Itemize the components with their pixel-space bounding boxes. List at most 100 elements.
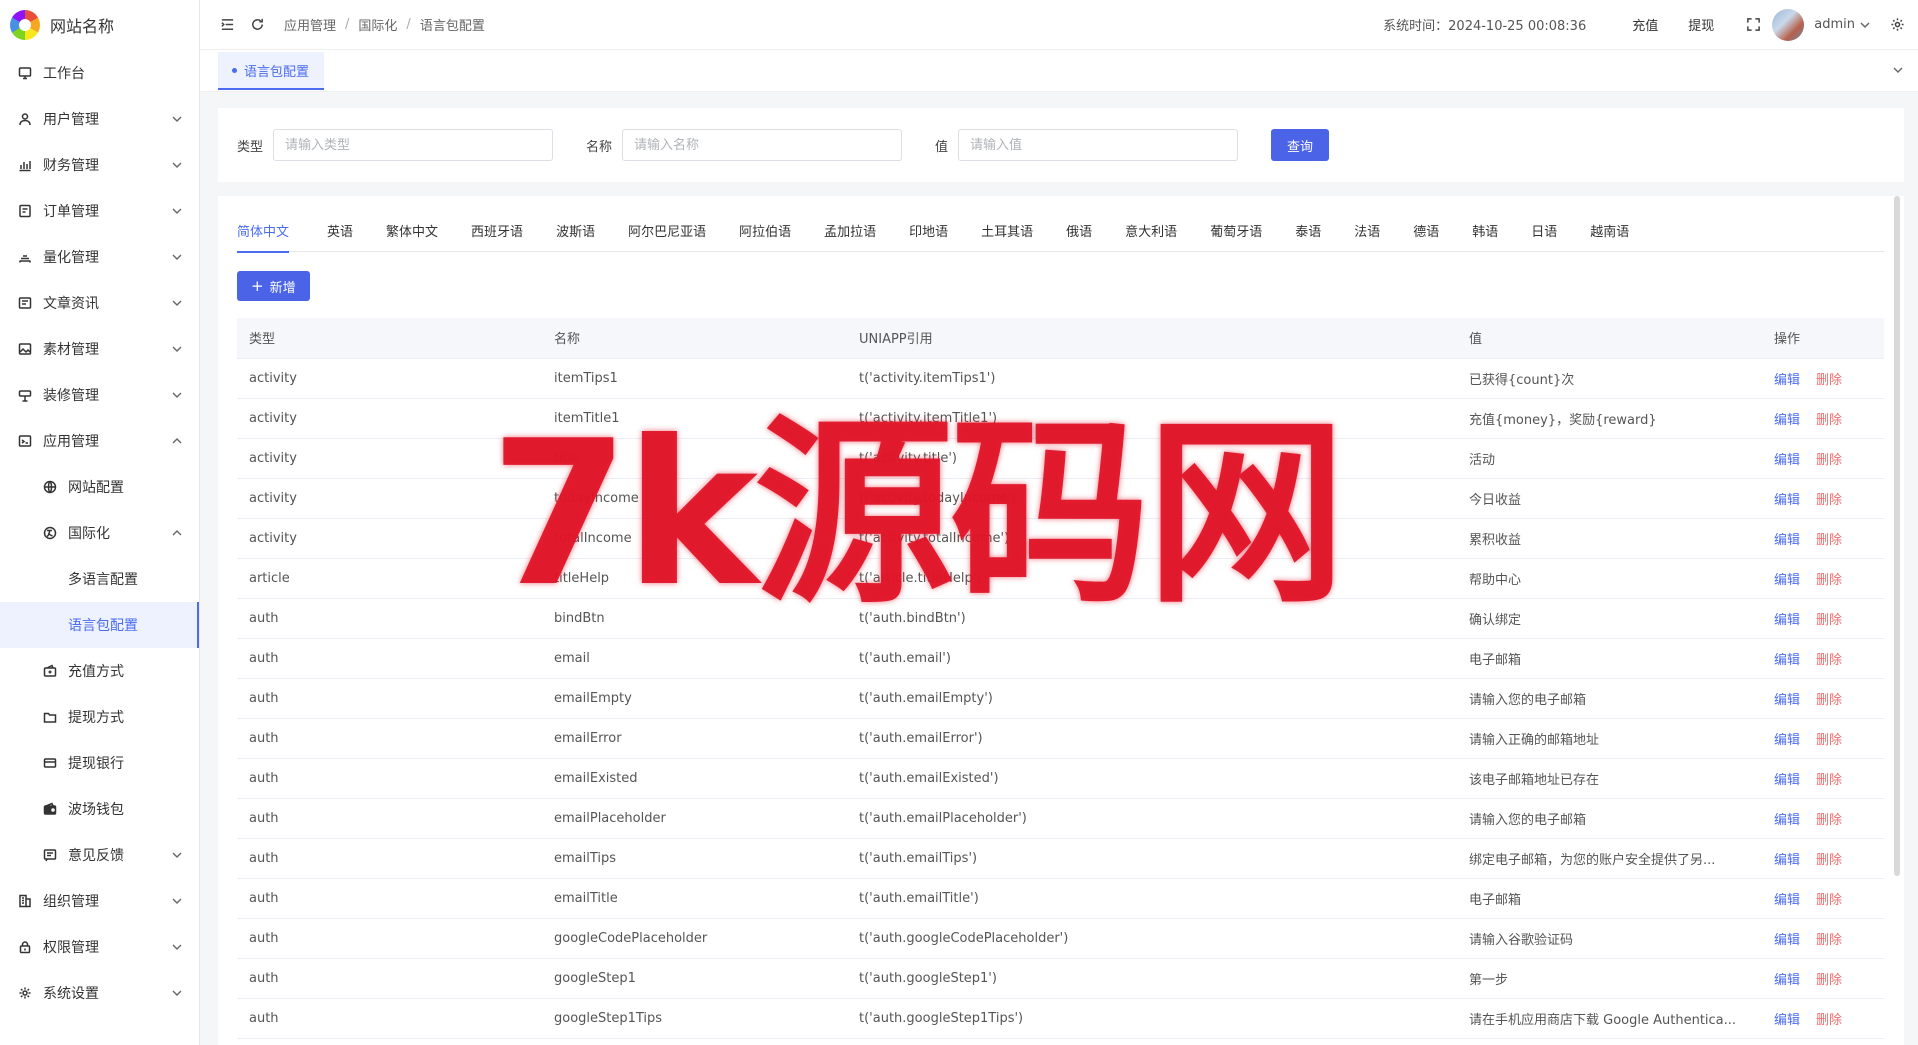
tab-language[interactable]: 英语 [327,210,353,252]
edit-button[interactable]: 编辑 [1774,813,1800,828]
delete-button[interactable]: 删除 [1816,733,1842,748]
tab-language[interactable]: 简体中文 [237,210,290,253]
tab-language[interactable]: 越南语 [1590,210,1629,252]
chevron-down-icon[interactable] [1892,64,1904,76]
tab-language[interactable]: 阿拉伯语 [739,210,791,252]
cell-name: emailPlaceholder [542,798,847,839]
edit-button[interactable]: 编辑 [1774,693,1800,708]
edit-button[interactable]: 编辑 [1774,733,1800,748]
tab-language[interactable]: 法语 [1354,210,1380,252]
delete-button[interactable]: 删除 [1816,853,1842,868]
column-header-uniapp[interactable]: UNIAPP引用 [847,318,1457,359]
edit-button[interactable]: 编辑 [1774,373,1800,388]
sidebar-item-4[interactable]: 量化管理 [0,234,199,280]
edit-button[interactable]: 编辑 [1774,413,1800,428]
edit-button[interactable]: 编辑 [1774,853,1800,868]
sidebar-item-20[interactable]: 系统设置 [0,970,199,1016]
user-menu[interactable]: admin [1814,17,1870,32]
sidebar-item-8[interactable]: 应用管理 [0,418,199,464]
value-input[interactable] [958,129,1239,161]
tab-language[interactable]: 德语 [1413,210,1439,252]
recharge-link[interactable]: 充值 [1632,15,1658,34]
sidebar-item-5[interactable]: 文章资讯 [0,280,199,326]
tab-language[interactable]: 繁体中文 [386,210,438,252]
delete-button[interactable]: 删除 [1816,493,1842,508]
column-header-type[interactable]: 类型 [237,318,542,359]
tab-language[interactable]: 西班牙语 [471,210,523,252]
sidebar-item-18[interactable]: 组织管理 [0,878,199,924]
menu-fold-icon[interactable] [218,16,236,34]
edit-button[interactable]: 编辑 [1774,613,1800,628]
delete-button[interactable]: 删除 [1816,413,1842,428]
tab-language[interactable]: 俄语 [1066,210,1092,252]
tab-language[interactable]: 孟加拉语 [824,210,876,252]
tab-language[interactable]: 波斯语 [556,210,595,252]
tab-language[interactable]: 意大利语 [1125,210,1177,252]
sidebar-item-6[interactable]: 素材管理 [0,326,199,372]
edit-button[interactable]: 编辑 [1774,933,1800,948]
sidebar-item-label: 组织管理 [43,894,99,910]
delete-button[interactable]: 删除 [1816,1013,1842,1028]
sidebar-item-10[interactable]: 国际化 [0,510,199,556]
type-input[interactable] [273,129,554,161]
edit-button[interactable]: 编辑 [1774,773,1800,788]
delete-button[interactable]: 删除 [1816,453,1842,468]
edit-button[interactable]: 编辑 [1774,1013,1800,1028]
breadcrumb-item[interactable]: 应用管理 [284,15,336,34]
scrollbar[interactable] [1894,196,1900,876]
edit-button[interactable]: 编辑 [1774,973,1800,988]
tab-language[interactable]: 日语 [1531,210,1557,252]
sidebar-item-0[interactable]: 工作台 [0,50,199,96]
sidebar-item-15[interactable]: 提现银行 [0,740,199,786]
delete-button[interactable]: 删除 [1816,893,1842,908]
tab-language[interactable]: 阿尔巴尼亚语 [628,210,706,252]
tab-language[interactable]: 印地语 [909,210,948,252]
edit-button[interactable]: 编辑 [1774,573,1800,588]
sidebar-item-16[interactable]: 波场钱包 [0,786,199,832]
sidebar-item-1[interactable]: 用户管理 [0,96,199,142]
edit-button[interactable]: 编辑 [1774,453,1800,468]
sidebar-item-3[interactable]: 订单管理 [0,188,199,234]
breadcrumb-item[interactable]: 国际化 [358,15,397,34]
delete-button[interactable]: 删除 [1816,933,1842,948]
fullscreen-icon[interactable] [1744,16,1762,34]
column-header-name[interactable]: 名称 [542,318,847,359]
delete-button[interactable]: 删除 [1816,693,1842,708]
sidebar-item-9[interactable]: 网站配置 [0,464,199,510]
sidebar-item-11[interactable]: 多语言配置 [0,556,199,602]
delete-button[interactable]: 删除 [1816,973,1842,988]
sidebar-item-13[interactable]: 充值方式 [0,648,199,694]
tab-language[interactable]: 土耳其语 [981,210,1033,252]
delete-button[interactable]: 删除 [1816,653,1842,668]
sidebar-item-17[interactable]: 意见反馈 [0,832,199,878]
tag-language-pack[interactable]: 语言包配置 [218,52,325,90]
delete-button[interactable]: 删除 [1816,773,1842,788]
sidebar-item-2[interactable]: 财务管理 [0,142,199,188]
edit-button[interactable]: 编辑 [1774,653,1800,668]
delete-button[interactable]: 删除 [1816,613,1842,628]
brand[interactable]: 网站名称 [0,0,199,50]
sidebar-item-12[interactable]: 语言包配置 [0,602,199,648]
header-right: 系统时间：2024-10-25 00:08:36 充值 提现 admin [1383,8,1918,41]
tab-language[interactable]: 葡萄牙语 [1210,210,1262,252]
delete-button[interactable]: 删除 [1816,533,1842,548]
gear-icon[interactable] [1888,16,1906,34]
column-header-value[interactable]: 值 [1457,318,1762,359]
delete-button[interactable]: 删除 [1816,813,1842,828]
edit-button[interactable]: 编辑 [1774,893,1800,908]
refresh-icon[interactable] [248,16,266,34]
sidebar-item-7[interactable]: 装修管理 [0,372,199,418]
name-input[interactable] [622,129,903,161]
tab-language[interactable]: 韩语 [1472,210,1498,252]
sidebar-item-19[interactable]: 权限管理 [0,924,199,970]
edit-button[interactable]: 编辑 [1774,533,1800,548]
delete-button[interactable]: 删除 [1816,573,1842,588]
withdraw-link[interactable]: 提现 [1688,15,1714,34]
tab-language[interactable]: 泰语 [1295,210,1321,252]
edit-button[interactable]: 编辑 [1774,493,1800,508]
add-button[interactable]: + 新增 [237,271,310,301]
avatar[interactable] [1772,8,1805,41]
search-button[interactable]: 查询 [1271,129,1330,161]
delete-button[interactable]: 删除 [1816,373,1842,388]
sidebar-item-14[interactable]: 提现方式 [0,694,199,740]
